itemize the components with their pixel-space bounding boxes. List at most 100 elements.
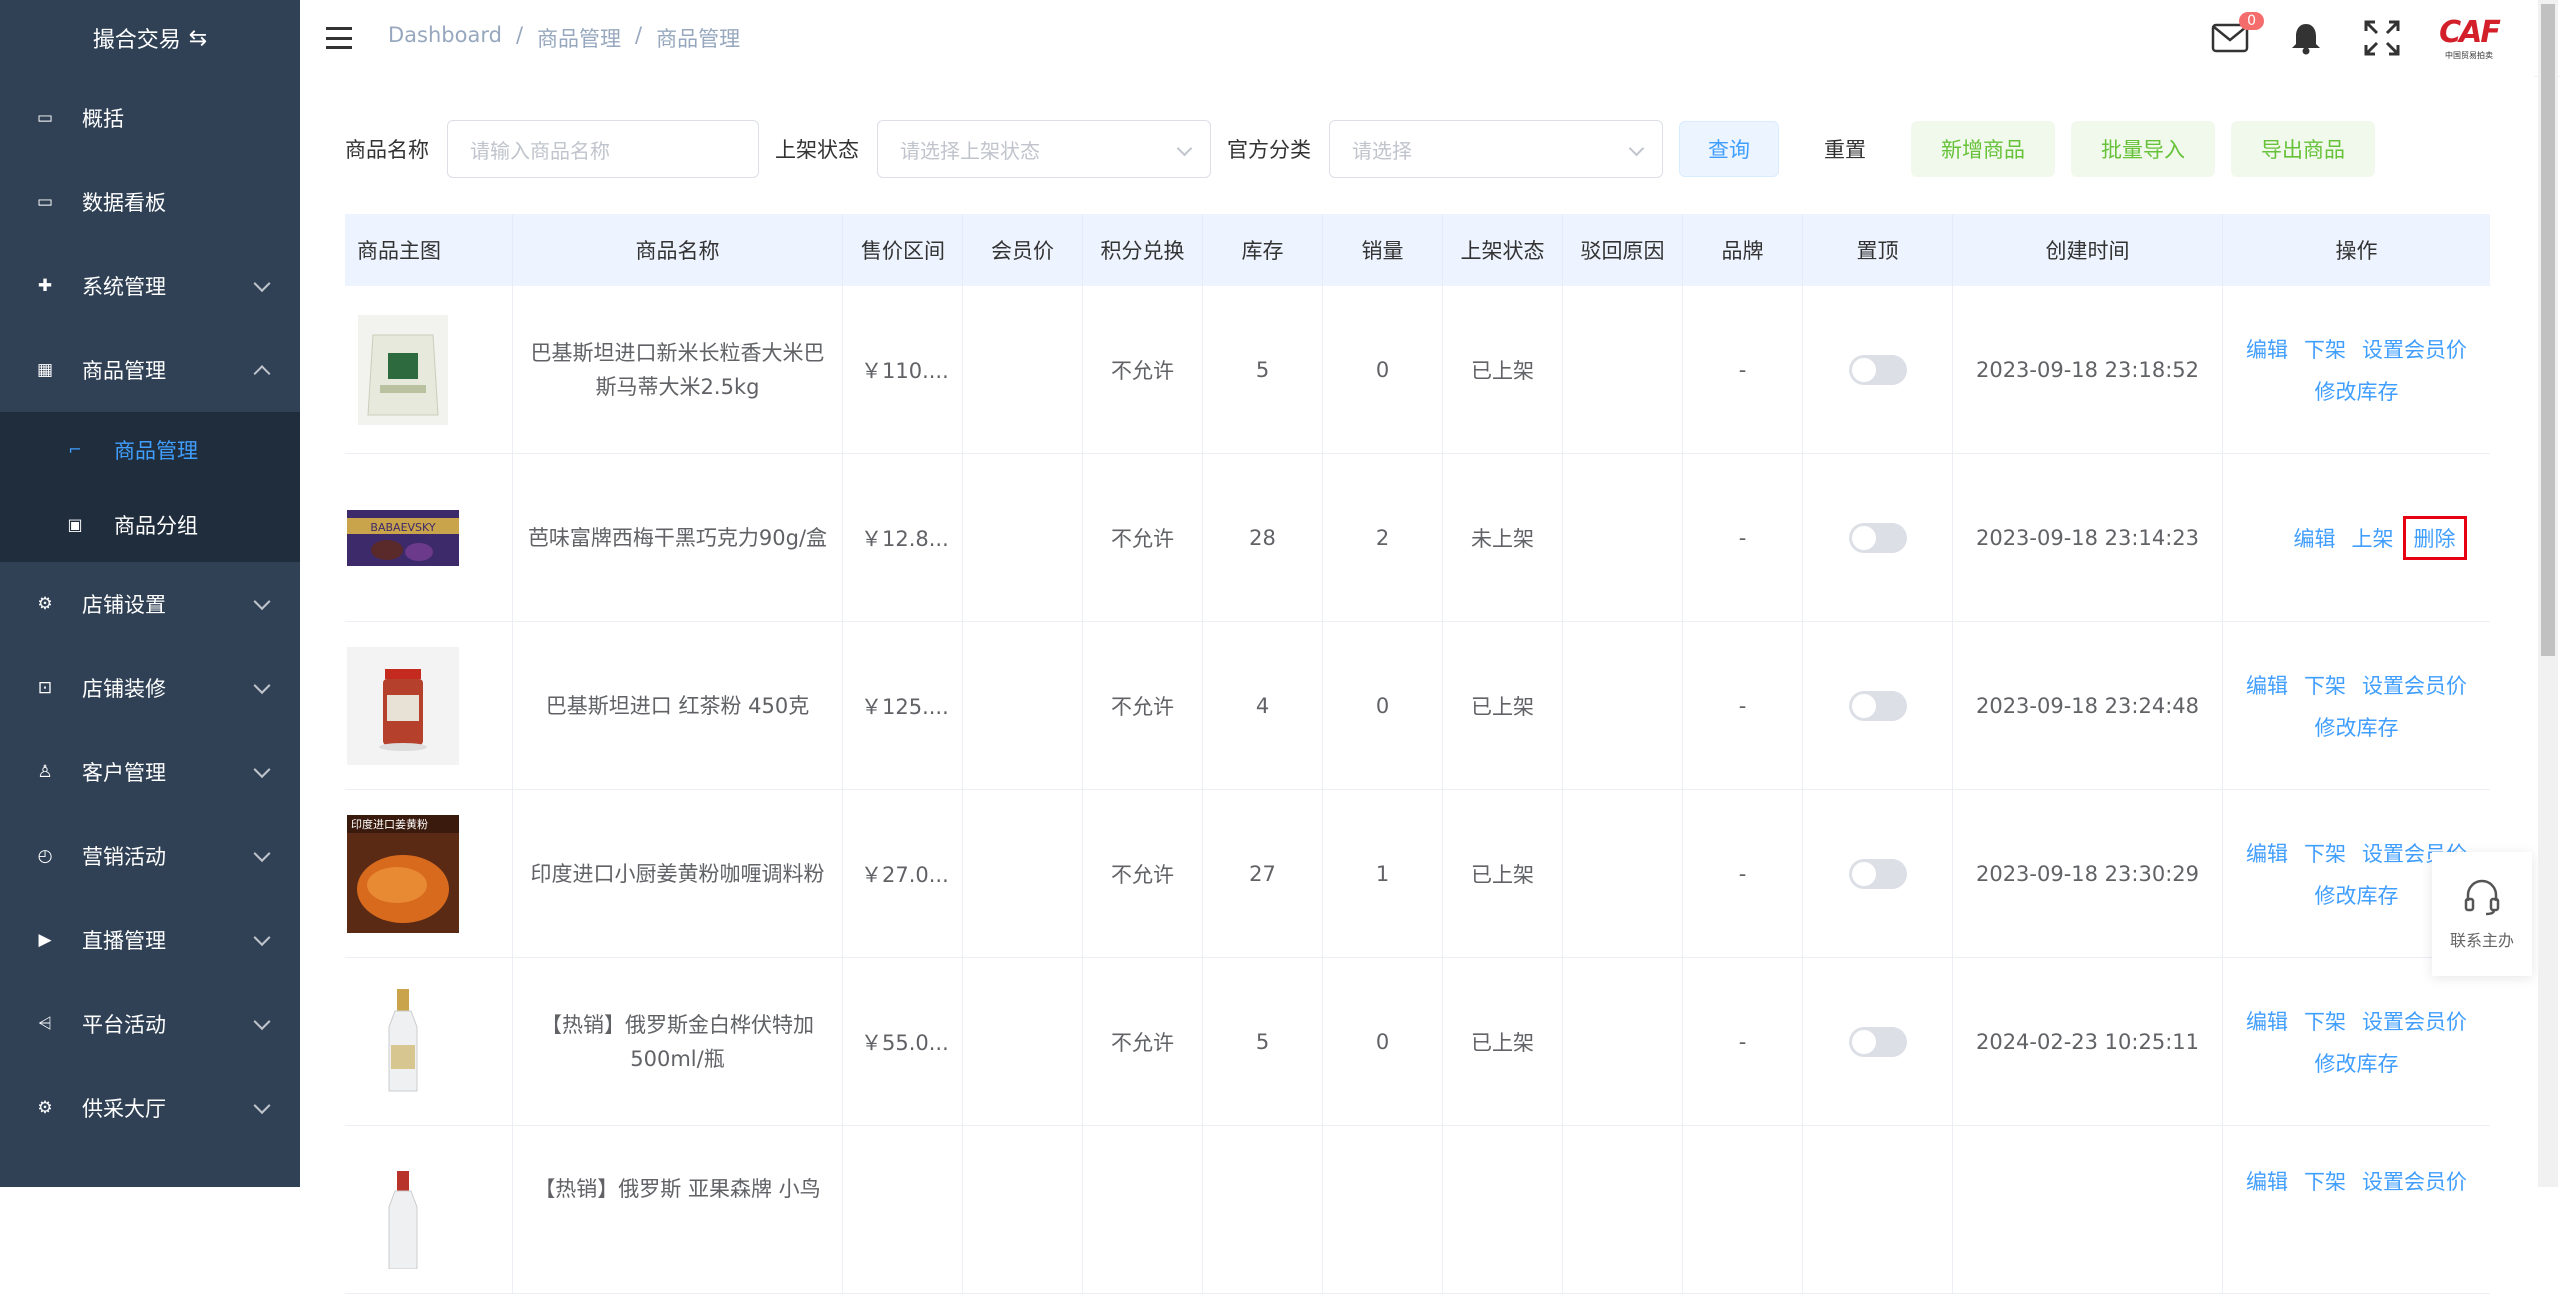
scrollbar-thumb[interactable] <box>2541 4 2555 656</box>
sidebar-logo[interactable]: 撮合交易 ⇆ <box>0 0 300 76</box>
export-products-button[interactable]: 导出商品 <box>2231 121 2375 177</box>
edit-link[interactable]: 编辑 <box>2246 838 2288 868</box>
product-image[interactable] <box>347 982 459 1101</box>
pin-toggle[interactable] <box>1848 858 1907 889</box>
sidebar-item-platform-activity[interactable]: ⩤ 平台活动 <box>0 982 300 1066</box>
reason-cell <box>1563 286 1683 453</box>
unlist-link[interactable]: 下架 <box>2304 1006 2346 1036</box>
cart-icon: ⊡ <box>37 678 53 698</box>
sidebar-subitem-product-manage[interactable]: ⌐ 商品管理 <box>0 412 300 487</box>
product-image[interactable]: 印度进口姜黄粉 <box>347 814 459 933</box>
status-cell: 已上架 <box>1443 286 1563 453</box>
chevron-up-icon <box>253 365 271 383</box>
unlist-link[interactable]: 下架 <box>2304 670 2346 700</box>
sales-cell: 1 <box>1323 790 1443 957</box>
product-image[interactable] <box>347 1150 459 1269</box>
image-cell <box>345 286 513 453</box>
ops-cell: 编辑 上架 删除 <box>2223 454 2490 621</box>
chevron-down-icon <box>253 593 271 611</box>
sidebar-item-procurement[interactable]: ⚙ 供采大厅 <box>0 1066 300 1150</box>
set-member-price-link[interactable]: 设置会员价 <box>2362 1006 2467 1036</box>
query-button[interactable]: 查询 <box>1679 121 1779 177</box>
price-cell: ￥55.0... <box>843 958 963 1125</box>
pin-toggle[interactable] <box>1848 354 1907 385</box>
category-select[interactable]: 请选择 <box>1329 120 1663 178</box>
edit-stock-link[interactable]: 修改库存 <box>2315 1048 2399 1078</box>
unlist-link[interactable]: 下架 <box>2304 334 2346 364</box>
sidebar-item-dashboard[interactable]: ▭ 数据看板 <box>0 160 300 244</box>
pin-toggle[interactable] <box>1848 522 1907 553</box>
product-image[interactable] <box>347 646 459 765</box>
edit-link[interactable]: 编辑 <box>2246 1166 2288 1196</box>
product-name-placeholder: 请输入商品名称 <box>470 138 610 163</box>
breadcrumb-item[interactable]: Dashboard <box>388 23 502 53</box>
product-image[interactable]: BABAEVSKY <box>347 479 459 597</box>
shop-icon: ▦ <box>36 360 54 380</box>
bell-icon[interactable] <box>2286 18 2326 58</box>
sidebar-item-products[interactable]: ▦ 商品管理 <box>0 328 300 412</box>
unlist-link[interactable]: 下架 <box>2304 838 2346 868</box>
set-member-price-link[interactable]: 设置会员价 <box>2362 1166 2467 1196</box>
reason-cell <box>1563 790 1683 957</box>
sidebar-item-overview[interactable]: ▭ 概括 <box>0 76 300 160</box>
edit-link[interactable]: 编辑 <box>2246 1006 2288 1036</box>
add-product-button[interactable]: 新增商品 <box>1911 121 2055 177</box>
menu-toggle-icon[interactable] <box>326 27 352 49</box>
points-cell: 不允许 <box>1083 958 1203 1125</box>
edit-stock-link[interactable]: 修改库存 <box>2315 376 2399 406</box>
status-placeholder: 请选择上架状态 <box>900 138 1040 163</box>
sidebar-subitem-product-group[interactable]: ▣ 商品分组 <box>0 487 300 562</box>
sidebar-item-store-decoration[interactable]: ⊡ 店铺装修 <box>0 646 300 730</box>
set-member-price-link[interactable]: 设置会员价 <box>2362 670 2467 700</box>
price-cell <box>843 1126 963 1293</box>
edit-link[interactable]: 编辑 <box>2246 334 2288 364</box>
sidebar-item-customers[interactable]: ♙ 客户管理 <box>0 730 300 814</box>
mail-icon[interactable]: 0 <box>2210 12 2264 58</box>
breadcrumb-item[interactable]: 商品管理 <box>537 23 621 53</box>
delete-link[interactable]: 删除 <box>2402 515 2467 560</box>
column-header: 库存 <box>1203 214 1323 286</box>
set-member-price-link[interactable]: 设置会员价 <box>2362 334 2467 364</box>
reset-button[interactable]: 重置 <box>1795 121 1895 177</box>
edit-stock-link[interactable]: 修改库存 <box>2315 712 2399 742</box>
pin-toggle[interactable] <box>1848 1026 1907 1057</box>
caf-logo: CAF 中国贸易拍卖 <box>2439 15 2501 60</box>
pin-cell <box>1803 622 1953 789</box>
unlist-link[interactable]: 下架 <box>2304 1166 2346 1196</box>
sidebar-item-live[interactable]: ▶ 直播管理 <box>0 898 300 982</box>
chevron-down-icon <box>253 929 271 947</box>
column-header: 积分兑换 <box>1083 214 1203 286</box>
brand-cell: - <box>1683 958 1803 1125</box>
edit-link[interactable]: 编辑 <box>2246 670 2288 700</box>
stock-cell: 5 <box>1203 958 1323 1125</box>
pin-toggle[interactable] <box>1848 690 1907 721</box>
sidebar-item-store-settings[interactable]: ⚙ 店铺设置 <box>0 562 300 646</box>
batch-import-button[interactable]: 批量导入 <box>2071 121 2215 177</box>
column-header: 商品名称 <box>513 214 843 286</box>
breadcrumb-separator: / <box>635 23 643 47</box>
chevron-down-icon <box>253 275 271 293</box>
column-header: 置顶 <box>1803 214 1953 286</box>
product-image[interactable] <box>347 311 459 429</box>
crop-icon: ⌐ <box>68 440 82 459</box>
points-cell: 不允许 <box>1083 454 1203 621</box>
sidebar-subitem-label: 商品分组 <box>114 513 198 538</box>
table-row: 巴基斯坦进口新米长粒香大米巴斯马蒂大米2.5kg ￥110.... 不允许 5 … <box>345 286 2490 454</box>
table-row: BABAEVSKY 芭味富牌西梅干黑巧克力90g/盒 ￥12.8... 不允许 … <box>345 454 2490 622</box>
edit-link[interactable]: 编辑 <box>2294 523 2336 553</box>
product-name-input[interactable]: 请输入商品名称 <box>447 120 759 178</box>
status-cell: 已上架 <box>1443 790 1563 957</box>
sidebar-item-marketing[interactable]: ◴ 营销活动 <box>0 814 300 898</box>
name-cell: 巴基斯坦进口 红茶粉 450克 <box>513 622 843 789</box>
contact-host-button[interactable]: 联系主办 <box>2432 852 2532 976</box>
switch-icon[interactable]: ⇆ <box>189 26 207 51</box>
fullscreen-icon[interactable] <box>2362 18 2402 58</box>
stock-cell: 5 <box>1203 286 1323 453</box>
sidebar-item-system[interactable]: ✚ 系统管理 <box>0 244 300 328</box>
product-name: 印度进口小厨姜黄粉咖喱调料粉 <box>530 861 825 886</box>
list-link[interactable]: 上架 <box>2352 523 2394 553</box>
page-scrollbar[interactable] <box>2538 0 2558 1187</box>
edit-stock-link[interactable]: 修改库存 <box>2315 880 2399 910</box>
chevron-down-icon <box>253 677 271 695</box>
status-select[interactable]: 请选择上架状态 <box>877 120 1211 178</box>
